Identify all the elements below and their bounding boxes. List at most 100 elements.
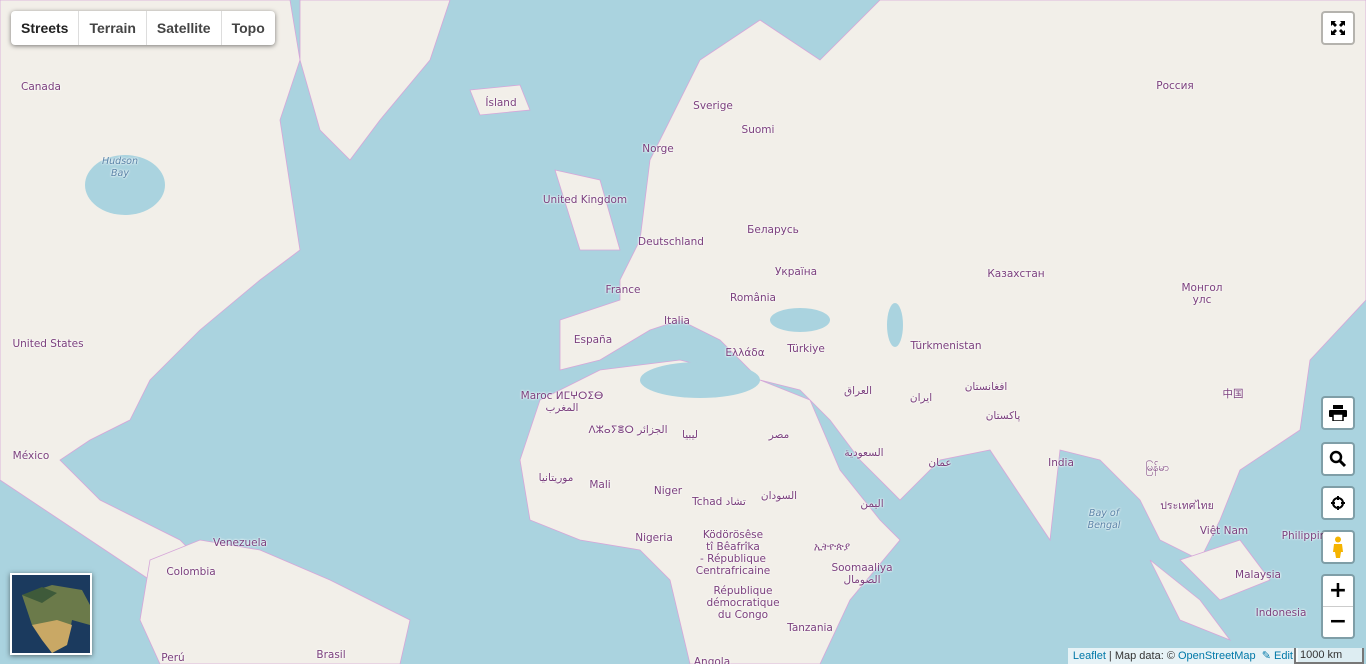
label-island: Ísland	[485, 97, 517, 109]
label-car-2: tî Bêafrîka	[706, 541, 760, 553]
label-colombia: Colombia	[166, 566, 216, 578]
label-hudson-bay: Hudson Bay	[102, 156, 138, 180]
label-turkmenistan: Türkmenistan	[910, 340, 982, 352]
label-oman: عمان	[928, 457, 952, 469]
label-car-3: - République	[699, 553, 767, 565]
greenland	[299, 0, 451, 161]
label-france: France	[605, 284, 641, 296]
label-mali: Mali	[589, 479, 611, 491]
label-drc-3: du Congo	[717, 609, 769, 621]
label-somalia: Soomaaliya الصومال	[831, 562, 892, 586]
label-uk: United Kingdom	[542, 194, 628, 206]
map[interactable]: Canada Hudson Bay United States México Ve…	[0, 0, 1366, 664]
label-somalia-1: Soomaaliya	[831, 562, 893, 574]
search-button[interactable]	[1321, 442, 1355, 476]
label-sudan: السودان	[760, 490, 798, 502]
label-mongol: Монгол	[1181, 282, 1223, 294]
leaflet-link[interactable]: Leaflet	[1073, 650, 1106, 662]
label-algeria: ⴷⵣⴰⵢⴻⵔ الجزائر	[588, 424, 668, 436]
label-bengal: Bengal	[1087, 520, 1121, 531]
locate-button[interactable]	[1321, 486, 1355, 520]
osm-link[interactable]: OpenStreetMap	[1178, 650, 1256, 662]
label-ethiopia: ኢትዮጵያ	[813, 541, 851, 553]
label-bay-of-bengal: Bay of Bengal	[1088, 508, 1121, 532]
layer-streets[interactable]: Streets	[11, 11, 80, 45]
label-maroc-ar: المغرب	[545, 402, 579, 414]
label-bay-of: Bay of	[1088, 508, 1120, 519]
label-morocco: Maroc ⵍⵎⵖⵔⵉⴱ المغرب	[521, 390, 604, 414]
label-somalia-2: الصومال	[843, 574, 881, 586]
label-italia: Italia	[664, 315, 690, 327]
label-ellada: Ελλάδα	[725, 347, 765, 359]
label-belarus: Беларусь	[747, 224, 799, 236]
label-drc-1: République	[713, 585, 773, 597]
label-indonesia: Indonesia	[1255, 607, 1307, 619]
label-canada: Canada	[21, 81, 61, 93]
layer-satellite[interactable]: Satellite	[147, 11, 222, 45]
minimap[interactable]	[10, 573, 92, 655]
label-venezuela: Venezuela	[213, 537, 267, 549]
label-espana: España	[573, 334, 613, 346]
fullscreen-button[interactable]	[1321, 11, 1355, 45]
label-drc-2: démocratique	[706, 597, 780, 609]
label-rossiya: Россия	[1156, 80, 1194, 92]
label-car-1: Ködörösêse	[702, 529, 764, 541]
label-iraq: العراق	[843, 385, 873, 397]
label-mongolia: Монгол улс	[1181, 282, 1222, 306]
label-thailand: ประเทศไทย	[1160, 500, 1214, 512]
layer-switcher: Streets Terrain Satellite Topo	[11, 11, 275, 45]
zoom-control: + −	[1321, 574, 1355, 639]
search-icon	[1329, 450, 1347, 468]
south-america	[139, 539, 411, 664]
label-egypt: مصر	[768, 429, 790, 441]
label-brasil: Brasil	[316, 649, 346, 661]
label-romania: România	[730, 292, 776, 304]
label-bay: Bay	[111, 168, 129, 179]
label-afghanistan: افغانستان	[964, 381, 1008, 393]
map-tiles	[0, 0, 1366, 664]
label-turkiye: Türkiye	[787, 343, 825, 355]
great-britain	[554, 169, 621, 251]
zoom-out-button[interactable]: −	[1323, 607, 1353, 637]
label-car-4: Centrafricaine	[695, 565, 771, 577]
label-philippines: Philippin	[1281, 530, 1327, 542]
layer-terrain[interactable]: Terrain	[79, 11, 147, 45]
label-yemen: اليمن	[860, 498, 884, 510]
label-malaysia: Malaysia	[1235, 569, 1281, 581]
label-vietnam: Việt Nam	[1199, 525, 1249, 537]
label-hudson: Hudson	[102, 156, 138, 167]
pegman-icon	[1333, 536, 1343, 558]
attribution: Leaflet | Map data: © OpenStreetMap ✎ Ed…	[1067, 648, 1298, 664]
streetview-button[interactable]	[1321, 530, 1355, 564]
label-maroc: Maroc ⵍⵎⵖⵔⵉⴱ	[520, 390, 604, 402]
zoom-in-button[interactable]: +	[1323, 576, 1353, 607]
label-mauritania: موريتانيا	[538, 472, 574, 484]
label-pakistan: پاکستان	[985, 410, 1021, 422]
label-iran: ایران	[909, 392, 933, 404]
label-peru: Perú	[161, 652, 185, 664]
label-libya: ليبيا	[682, 429, 698, 441]
label-india: India	[1048, 457, 1074, 469]
minimap-satellite-image	[12, 575, 90, 653]
label-kazakhstan: Казахстан	[987, 268, 1045, 280]
scale-bar: 1000 km	[1294, 648, 1364, 664]
label-drc: République démocratique du Congo	[706, 585, 779, 621]
print-button[interactable]	[1321, 396, 1355, 430]
attribution-text: | Map data: ©	[1105, 650, 1178, 662]
label-niger: Niger	[653, 485, 683, 497]
label-china: 中国	[1222, 388, 1244, 400]
edit-link[interactable]: ✎ Edit	[1262, 650, 1293, 662]
label-ukraina: Україна	[774, 266, 818, 278]
label-tanzania: Tanzania	[787, 622, 833, 634]
layer-topo[interactable]: Topo	[222, 11, 275, 45]
label-tchad: Tchad تشاد	[692, 496, 746, 508]
label-usa: United States	[12, 338, 84, 350]
label-saudi: السعودية	[844, 447, 884, 459]
label-angola: Angola	[693, 656, 731, 664]
label-car: Ködörösêse tî Bêafrîka - République Centraf…	[696, 529, 770, 577]
label-deutschland: Deutschland	[638, 236, 704, 248]
label-uls: улс	[1192, 294, 1212, 306]
label-mexico: México	[12, 450, 50, 462]
label-norge: Norge	[642, 143, 674, 155]
label-myanmar: မြန်မာ	[1145, 462, 1169, 474]
